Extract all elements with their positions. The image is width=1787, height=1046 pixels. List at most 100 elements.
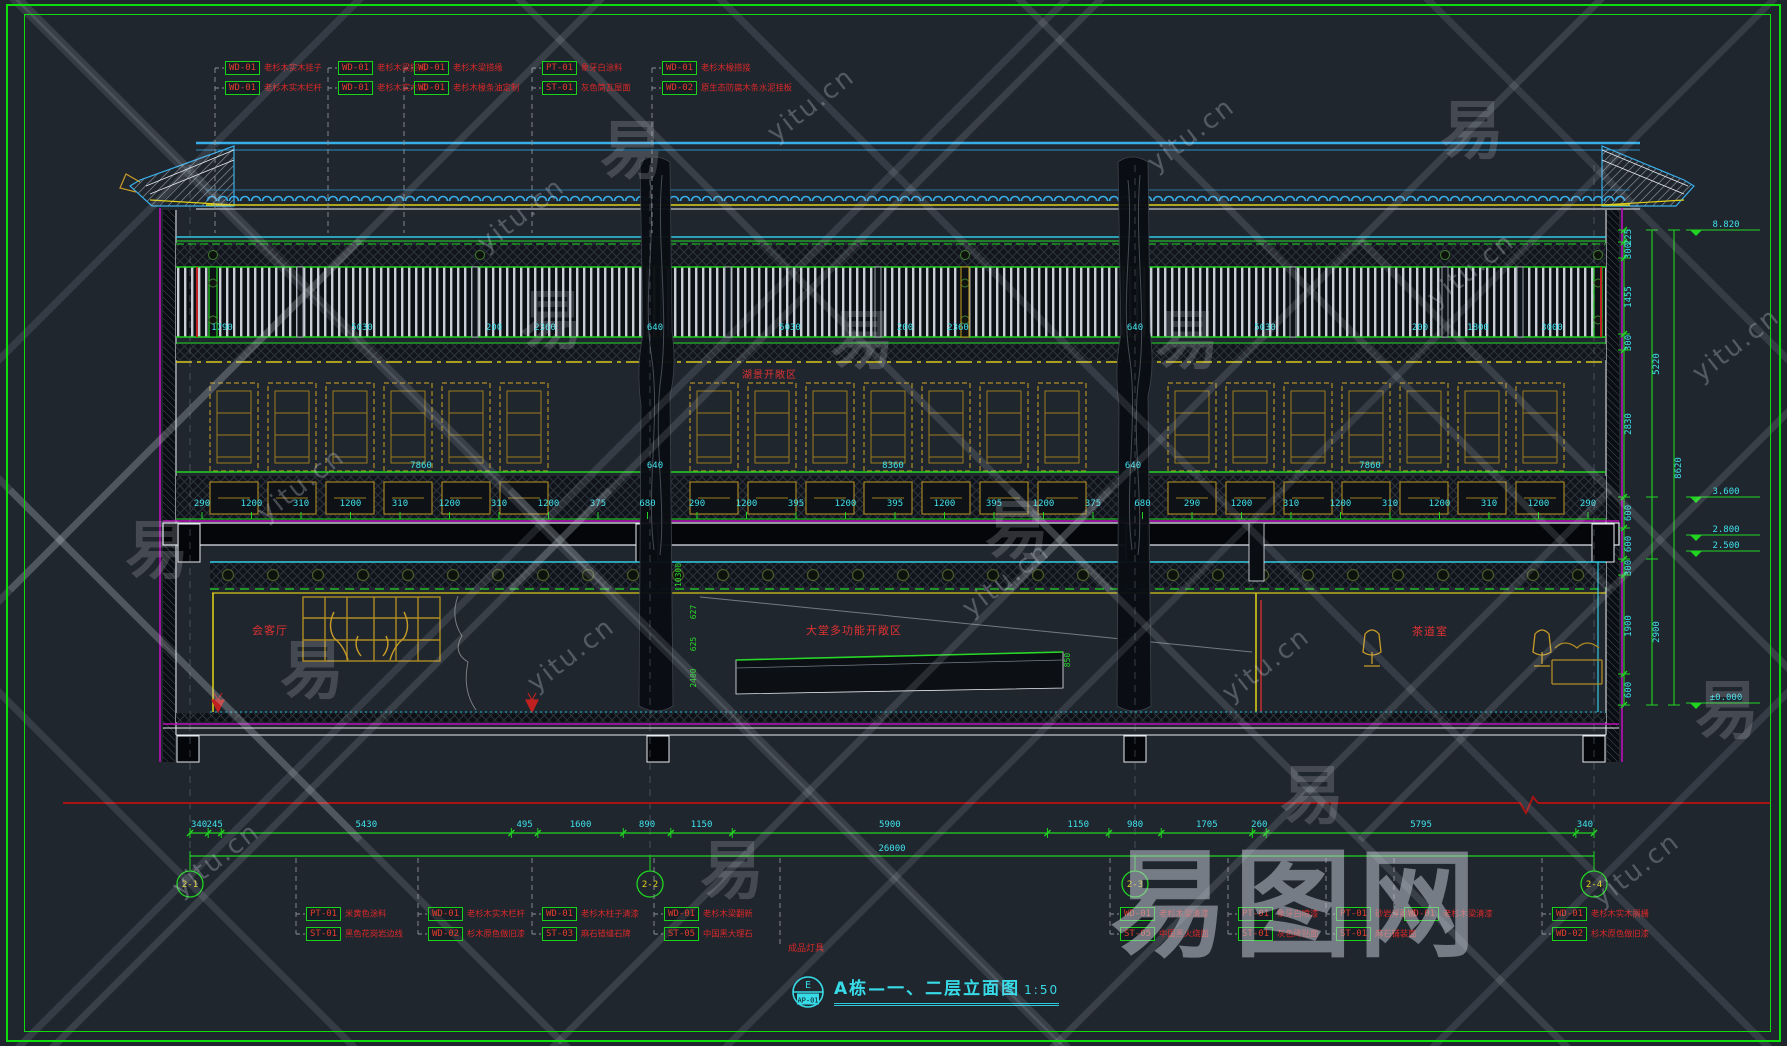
dimension-text: 625 xyxy=(689,637,698,652)
roof-tile xyxy=(1473,197,1482,202)
drawing-title: A栋—一、二层立面图1:50 xyxy=(834,974,1059,1006)
roof-tile xyxy=(703,197,712,202)
dimension-text: 290 xyxy=(194,499,210,509)
dimension-text: 395 xyxy=(986,499,1002,509)
rafter-dot xyxy=(718,570,729,581)
roof-tile xyxy=(274,197,283,202)
dimension-text: 1150 xyxy=(1067,820,1089,830)
roof-tile xyxy=(736,197,745,202)
roof-tile xyxy=(857,197,866,202)
roof-tile xyxy=(1385,197,1394,202)
roof-tile xyxy=(1011,197,1020,202)
roof-tile xyxy=(527,197,536,202)
dimension-text: 2360 xyxy=(534,323,556,333)
roof-tile xyxy=(1264,197,1273,202)
roof-tile xyxy=(1418,197,1427,202)
roof-tile xyxy=(1561,197,1570,202)
drawing-linework: 3402455430495160089011505900115098017052… xyxy=(0,0,1787,1046)
roof-tile xyxy=(912,197,921,202)
roof-tile xyxy=(1242,197,1251,202)
plant-marker xyxy=(526,693,538,712)
roof-tile xyxy=(538,197,547,202)
rafter-dot xyxy=(898,570,909,581)
rafter-dot xyxy=(1393,570,1404,581)
dimension-text: 2.800 xyxy=(1712,525,1739,535)
dimension-text: 8.820 xyxy=(1712,220,1739,230)
roof-tile xyxy=(1022,197,1031,202)
first-floor xyxy=(163,523,1619,762)
foundation-pier xyxy=(177,736,199,762)
rafter-dot xyxy=(808,570,819,581)
roof-tile xyxy=(868,197,877,202)
roof-tile xyxy=(428,197,437,202)
dimension-text: 1200 xyxy=(241,499,263,509)
dimension-text: 310 xyxy=(392,499,408,509)
roof-tile xyxy=(1253,197,1262,202)
roof-tile xyxy=(560,197,569,202)
roof-tile xyxy=(725,197,734,202)
roof-tile xyxy=(1088,197,1097,202)
dimension-text: 290 xyxy=(689,499,705,509)
roof-tile xyxy=(923,197,932,202)
room-label-reception: 会客厅 xyxy=(252,622,288,638)
dimension-text: 290 xyxy=(1184,499,1200,509)
room-label-tearoom: 茶道室 xyxy=(1412,623,1448,639)
roof-tile xyxy=(263,197,272,202)
roof-tile xyxy=(934,197,943,202)
dimension-text: 1200 xyxy=(439,499,461,509)
dimension-text: 600 xyxy=(1624,682,1634,698)
dimension-text: 1200 xyxy=(340,499,362,509)
dimension-text: 310 xyxy=(491,499,507,509)
dimension-text: 310 xyxy=(293,499,309,509)
dimension-text: 2-4 xyxy=(1586,880,1602,890)
roof-tile xyxy=(1451,197,1460,202)
roof-tile xyxy=(945,197,954,202)
dimension-text: 2-1 xyxy=(182,880,198,890)
rafter-dot xyxy=(628,570,639,581)
cad-elevation-drawing: 3402455430495160089011505900115098017052… xyxy=(0,0,1787,1046)
roof-tile xyxy=(340,197,349,202)
screen-post xyxy=(725,267,731,337)
roof-tile xyxy=(296,197,305,202)
roof-tile xyxy=(1495,197,1504,202)
roof-tile xyxy=(351,197,360,202)
dimension-text: 8360 xyxy=(882,461,904,471)
screen-post xyxy=(1517,267,1523,337)
roof-tile xyxy=(1352,197,1361,202)
dimension-text: 1705 xyxy=(1196,820,1218,830)
rafter-dot xyxy=(1483,570,1494,581)
roof-tile xyxy=(1077,197,1086,202)
beam-dot xyxy=(209,251,218,260)
rafter-dot xyxy=(1213,570,1224,581)
dimension-text: 1790 xyxy=(211,323,233,333)
dimension-text: 260 xyxy=(1251,820,1267,830)
roof-tile xyxy=(461,197,470,202)
dimension-text: 5030 xyxy=(779,323,801,333)
dimension-text: 1200 xyxy=(1231,499,1253,509)
roof-tile xyxy=(1594,197,1603,202)
roof-tile xyxy=(758,197,767,202)
dimension-text: 310 xyxy=(1382,499,1398,509)
rafter-dot xyxy=(448,570,459,581)
roof-tile xyxy=(450,197,459,202)
roof-tile xyxy=(956,197,965,202)
dimension-text: 680 xyxy=(1134,499,1150,509)
roof-tile xyxy=(1066,197,1075,202)
dimension-text: 640 xyxy=(647,461,663,471)
roof-tile xyxy=(483,197,492,202)
elevation-marker xyxy=(1690,703,1702,709)
dimension-text: ±0.000 xyxy=(1710,693,1743,703)
dimension-text: 640 xyxy=(1127,323,1143,333)
roof-tile xyxy=(1000,197,1009,202)
roof-tile xyxy=(1308,197,1317,202)
dimension-text: 1200 xyxy=(736,499,758,509)
roof-tile xyxy=(1033,197,1042,202)
sheet-reference-bubble: E AP-01 xyxy=(790,974,826,1010)
roof-tile xyxy=(978,197,987,202)
elevation-marker xyxy=(1690,551,1702,557)
dimension-text: 7860 xyxy=(1359,461,1381,471)
beam-dot xyxy=(961,251,970,260)
roof-tile xyxy=(373,197,382,202)
roof-tile xyxy=(1176,197,1185,202)
roof-tile xyxy=(1319,197,1328,202)
